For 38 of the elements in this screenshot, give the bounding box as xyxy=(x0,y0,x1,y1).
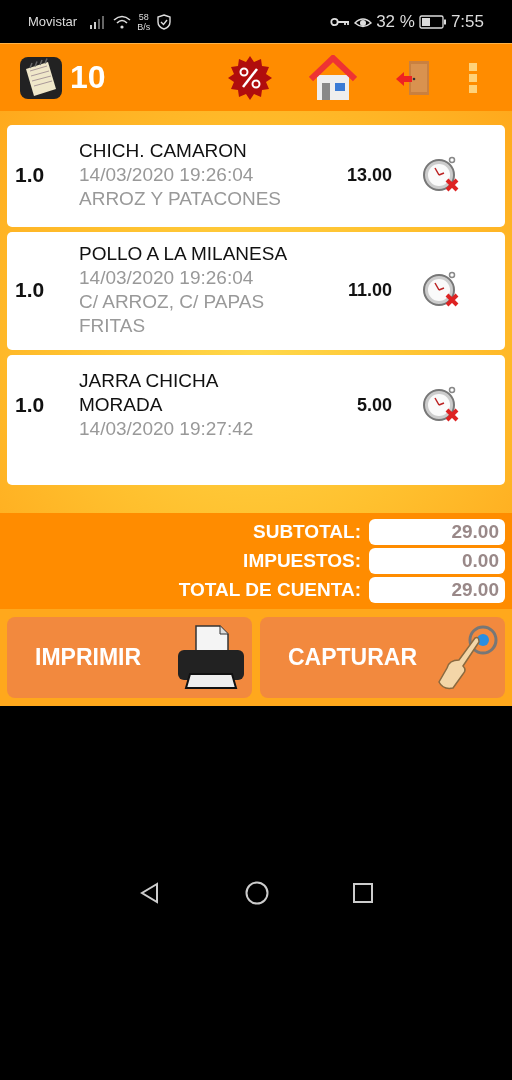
speed-unit: B/s xyxy=(137,21,151,32)
order-item-card[interactable]: 1.0 CHICH. CAMARON 14/03/2020 19:26:04 ARROZ Y PATACONES 13.00 xyxy=(7,125,505,227)
item-timestamp: 14/03/2020 19:26:04 xyxy=(79,266,255,290)
total-label: SUBTOTAL: xyxy=(253,521,361,543)
item-note: ARROZ Y PATACONES xyxy=(79,187,282,211)
total-label: IMPUESTOS: xyxy=(243,550,361,572)
item-price: 11.00 xyxy=(346,279,392,301)
speed-value: 58 xyxy=(138,11,149,22)
recents-nav-icon[interactable] xyxy=(352,882,374,904)
total-value-field: 29.00 xyxy=(369,577,505,603)
order-item-card[interactable]: 1.0 JARRA CHICHA MORADA 14/03/2020 19:27:42 5.00 xyxy=(7,355,505,485)
wifi-icon xyxy=(113,14,132,29)
battery-percent: 32 % xyxy=(376,11,415,32)
item-timestamp: 14/03/2020 19:27:42 xyxy=(79,417,255,441)
item-quantity: 1.0 xyxy=(15,278,46,302)
item-quantity: 1.0 xyxy=(15,393,46,417)
home-icon[interactable] xyxy=(309,54,357,101)
notepad-icon[interactable] xyxy=(20,56,62,99)
item-note: C/ ARROZ, C/ PAPAS FRITAS xyxy=(79,290,266,338)
battery-icon xyxy=(418,14,447,29)
table-number: 10 xyxy=(70,59,106,96)
item-quantity: 1.0 xyxy=(15,163,46,187)
item-name: CHICH. CAMARON xyxy=(79,139,248,163)
clock-time: 7:55 xyxy=(450,11,484,32)
home-nav-icon[interactable] xyxy=(244,880,270,906)
item-price: 5.00 xyxy=(355,394,392,416)
printer-icon xyxy=(176,623,246,692)
total-label: TOTAL DE CUENTA: xyxy=(178,579,361,601)
total-value-field: 0.00 xyxy=(369,548,505,574)
item-name: POLLO A LA MILANESA xyxy=(79,242,289,266)
total-value-field: 29.00 xyxy=(369,519,505,545)
carrier-name: Movistar xyxy=(28,14,78,29)
shield-icon xyxy=(156,13,173,30)
item-timestamp: 14/03/2020 19:26:04 xyxy=(79,163,255,187)
item-name: JARRA CHICHA MORADA xyxy=(79,369,219,417)
item-price: 13.00 xyxy=(345,164,392,186)
order-item-card[interactable]: 1.0 POLLO A LA MILANESA 14/03/2020 19:26:04 C/ ARROZ, C/ PAPAS FRITAS 11.00 xyxy=(7,232,505,350)
key-icon xyxy=(330,16,351,27)
